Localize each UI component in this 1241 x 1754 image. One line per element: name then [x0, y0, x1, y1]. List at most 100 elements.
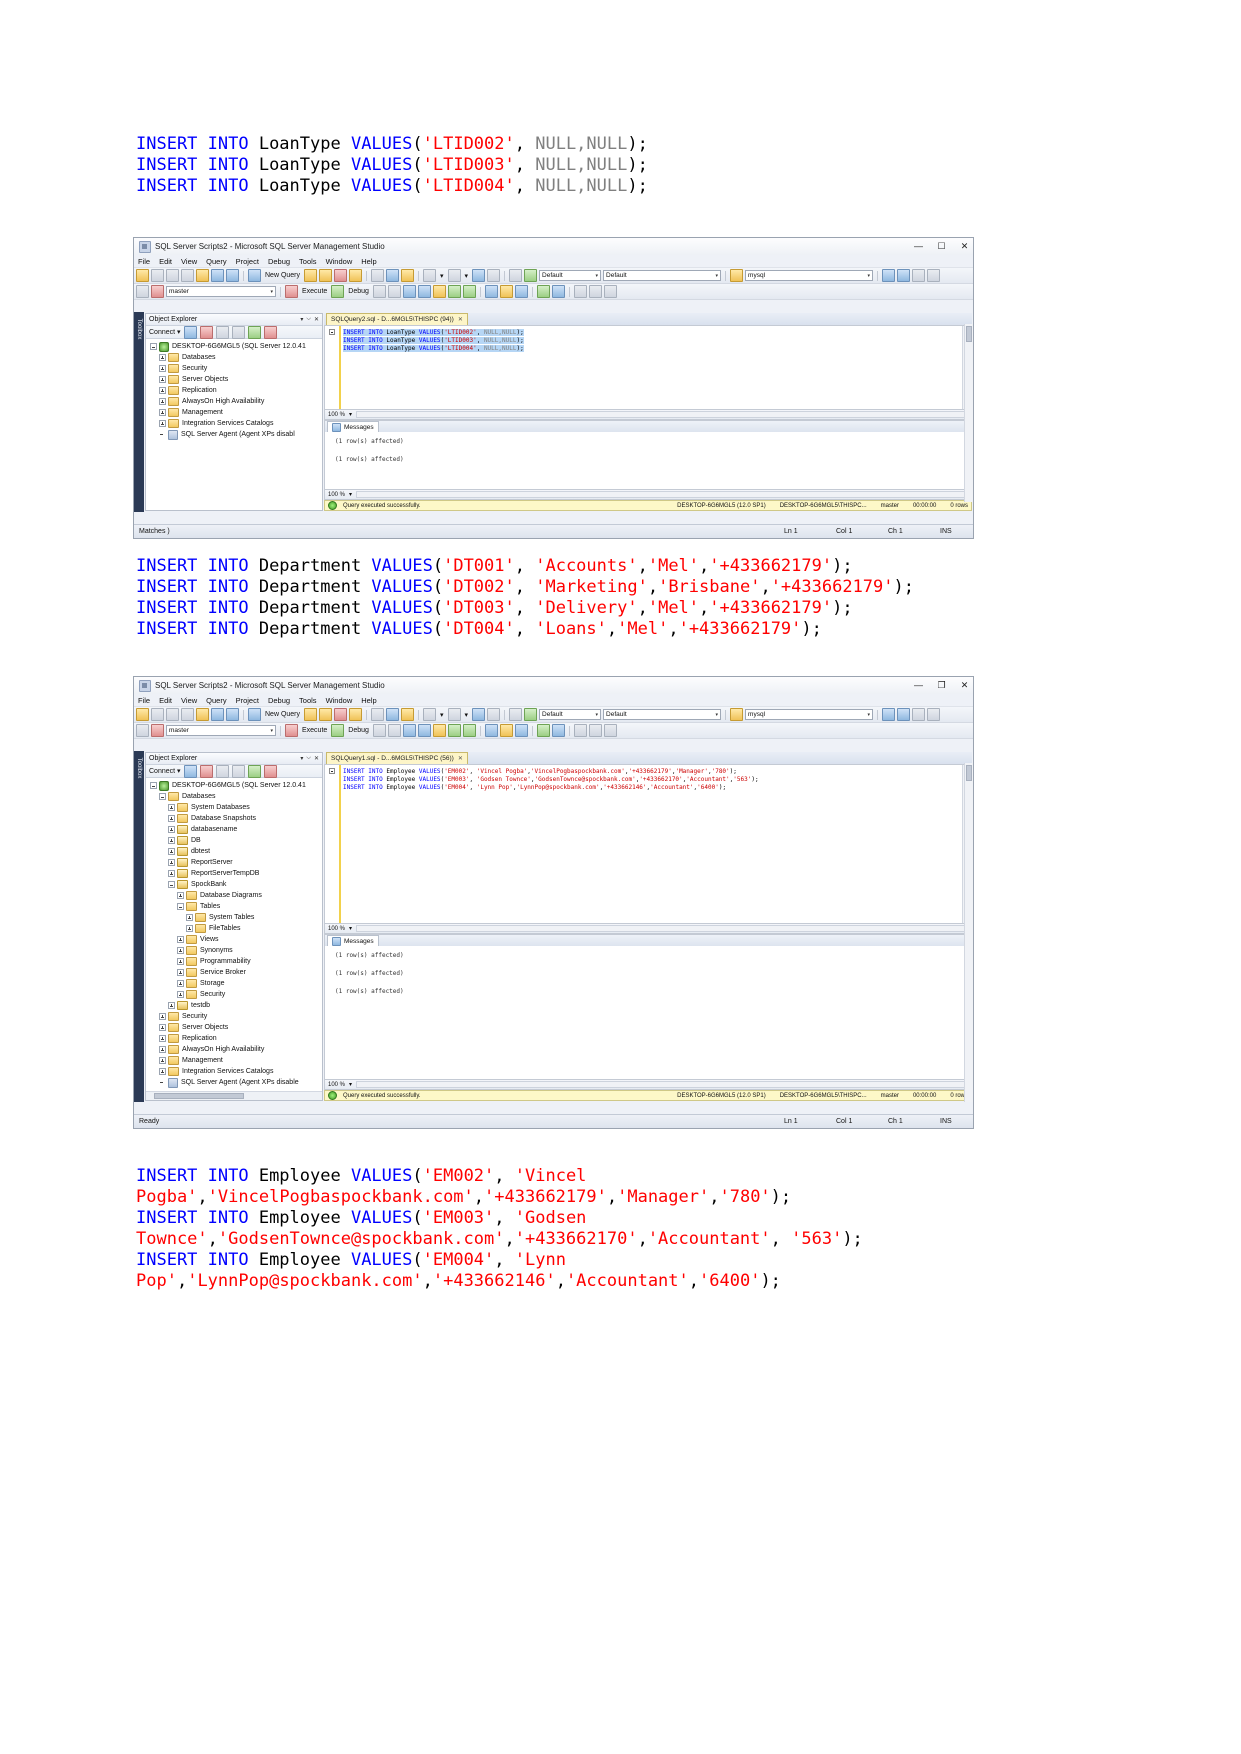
expander-icon[interactable] [177, 892, 184, 899]
stop-icon[interactable] [215, 325, 229, 339]
results-icon-1[interactable] [462, 724, 476, 737]
start-debug-icon[interactable] [524, 269, 538, 282]
redo-dropdown-icon[interactable]: ▾ [463, 711, 471, 719]
filter-icon[interactable] [231, 325, 245, 339]
undo-icon[interactable] [423, 708, 437, 721]
expander-icon[interactable] [159, 376, 166, 383]
execute-icon[interactable] [285, 285, 298, 298]
tree-node[interactable]: Database Snapshots [146, 813, 322, 824]
close-panel-icon[interactable]: ✕ [314, 755, 319, 762]
chevron-down-icon[interactable]: ▾ [868, 712, 871, 718]
indent-icon-1[interactable] [588, 724, 602, 737]
specify-values-icon[interactable] [603, 724, 617, 737]
tree-node[interactable]: Views [146, 934, 322, 945]
chevron-down-icon[interactable] [151, 269, 164, 282]
chevron-down-icon[interactable]: ▾ [868, 273, 871, 279]
paste-icon[interactable] [401, 269, 415, 282]
chevron-down-icon[interactable]: ▾ [716, 273, 719, 279]
debug-play-icon[interactable] [331, 285, 345, 298]
tree-node[interactable]: Synonyms [146, 945, 322, 956]
new-query-icon[interactable] [248, 269, 261, 282]
navigate-back-icon[interactable] [472, 269, 486, 282]
execute-icon[interactable] [285, 724, 298, 737]
document-tab-sqlquery1[interactable]: SQLQuery1.sql - D...6MGL5\THISPC (56)) ✕ [326, 752, 468, 764]
disconnect-icon[interactable] [151, 285, 164, 298]
connect-button[interactable]: Connect ▾ [149, 767, 181, 775]
expander-icon[interactable] [177, 947, 184, 954]
indent-icon-0[interactable] [573, 724, 587, 737]
tree-node[interactable]: Service Broker [146, 967, 322, 978]
query-options-icon[interactable] [417, 724, 431, 737]
tree-node[interactable]: Server Objects [146, 374, 322, 385]
chevron-down-icon[interactable] [151, 708, 164, 721]
expander-icon[interactable] [159, 1079, 166, 1086]
new-query-button[interactable]: New Query [263, 711, 302, 718]
expander-icon[interactable] [177, 991, 184, 998]
tree-node[interactable]: DESKTOP-6G6MGL5 (SQL Server 12.0.41 [146, 780, 322, 791]
tab-messages-1[interactable]: Messages [327, 421, 379, 432]
object-explorer-tree-1[interactable]: DESKTOP-6G6MGL5 (SQL Server 12.0.41 Datab… [146, 339, 322, 510]
expander-icon[interactable] [168, 804, 175, 811]
save-all-icon[interactable] [226, 269, 239, 282]
tree-node[interactable]: testdb [146, 1000, 322, 1011]
results-icon-0[interactable] [447, 285, 461, 298]
query-options-icon[interactable] [417, 285, 431, 298]
results-icon-1[interactable] [462, 285, 476, 298]
query-template-icon-1[interactable] [319, 269, 333, 282]
tree-node[interactable]: Integration Services Catalogs [146, 418, 322, 429]
project-icon[interactable] [730, 708, 744, 721]
start-debug-icon[interactable] [524, 708, 538, 721]
menu-item-help[interactable]: Help [361, 696, 376, 705]
zoom-dropdown-icon[interactable]: ▾ [349, 491, 352, 498]
expander-icon[interactable] [159, 365, 166, 372]
tree-node[interactable]: Security [146, 1011, 322, 1022]
undo-dropdown-icon[interactable]: ▾ [438, 272, 446, 280]
solution-config-icon[interactable] [509, 269, 523, 282]
parse-icon[interactable] [387, 724, 401, 737]
menu-item-edit[interactable]: Edit [159, 257, 172, 266]
include-actual-plan-icon[interactable] [432, 285, 446, 298]
comment-icon-1[interactable] [551, 724, 565, 737]
messages-horizontal-scrollbar-2[interactable] [356, 1081, 968, 1088]
disconnect-icon[interactable] [199, 325, 213, 339]
filter-icon[interactable] [231, 764, 245, 778]
display-estimated-plan-icon[interactable] [402, 724, 416, 737]
query-template-icon-2[interactable] [334, 269, 348, 282]
extra-toolbar-icon-0[interactable] [882, 708, 896, 721]
open-file-icon[interactable] [196, 269, 209, 282]
tree-node[interactable]: SQL Server Agent (Agent XPs disable [146, 1077, 322, 1088]
navigate-forward-icon[interactable] [487, 269, 501, 282]
debug-play-icon[interactable] [331, 724, 345, 737]
connect-server-icon[interactable] [183, 764, 197, 778]
chevron-down-icon[interactable]: ▾ [270, 289, 273, 295]
extra-toolbar-icon-3[interactable] [927, 708, 941, 721]
expander-icon[interactable] [159, 1057, 166, 1064]
messages-vertical-scrollbar-1[interactable] [964, 324, 973, 502]
tree-node[interactable]: Tables [146, 901, 322, 912]
expander-icon[interactable] [159, 387, 166, 394]
toolbox-tabstrip[interactable]: Toolbox [134, 312, 144, 512]
menu-item-query[interactable]: Query [206, 257, 226, 266]
results-to-icon-1[interactable] [499, 285, 513, 298]
specify-values-icon[interactable] [603, 285, 617, 298]
refresh-icon[interactable] [247, 325, 261, 339]
save-icon[interactable] [211, 269, 224, 282]
tree-node[interactable]: AlwaysOn High Availability [146, 1044, 322, 1055]
expander-icon[interactable] [159, 1068, 166, 1075]
results-to-icon-0[interactable] [484, 285, 498, 298]
menu-item-debug[interactable]: Debug [268, 696, 290, 705]
editor-zoom-level[interactable]: 100 % [328, 926, 345, 932]
new-file-icon[interactable] [136, 708, 149, 721]
query-template-icon-0[interactable] [304, 269, 318, 282]
open-file-icon[interactable] [196, 708, 209, 721]
pin-icon[interactable]: ⌵ [306, 316, 311, 323]
scrollbar-thumb[interactable] [966, 765, 972, 781]
expander-icon[interactable] [177, 969, 184, 976]
object-explorer-hscroll-2[interactable] [146, 1091, 322, 1100]
tree-node[interactable]: databasename [146, 824, 322, 835]
disconnect-icon[interactable] [199, 764, 213, 778]
tree-node[interactable]: System Databases [146, 802, 322, 813]
available-databases-combo[interactable]: master ▾ [166, 725, 276, 736]
window2-code-editor[interactable]: INSERT INTO Employee VALUES('EM002', 'Vi… [324, 764, 972, 924]
menu-item-view[interactable]: View [181, 696, 197, 705]
